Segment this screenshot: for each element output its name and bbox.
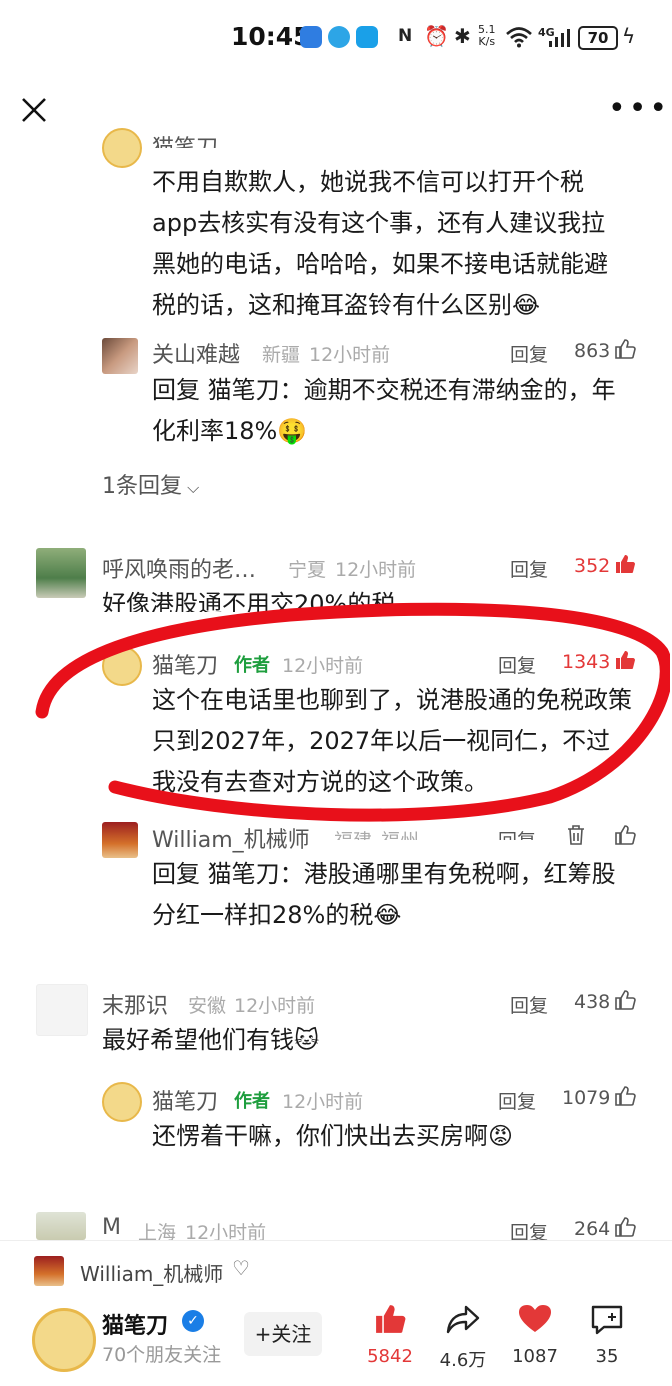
comment-author-name[interactable]: 猫笔刀: [152, 130, 218, 148]
charging-icon: ϟ: [622, 24, 636, 48]
favorite-count[interactable]: 1087: [506, 1346, 564, 1367]
close-icon[interactable]: [20, 96, 48, 124]
heart-filled-icon[interactable]: [518, 1304, 552, 1334]
reply-text: 回复 猫笔刀：港股通哪里有免税啊，红筹股分红一样扣28%的税😂: [152, 860, 616, 929]
reply-text: 还愣着干嘛，你们快出去买房啊😡: [152, 1122, 514, 1150]
avatar[interactable]: [102, 338, 138, 374]
like-count[interactable]: 352: [574, 555, 610, 577]
share-count[interactable]: 4.6万: [434, 1346, 492, 1372]
reply-text: 回复 猫笔刀：逾期不交税还有滞纳金的，年化利率18%🤑: [152, 376, 616, 445]
thumbs-up-filled-icon[interactable]: [614, 553, 636, 575]
follow-button[interactable]: +关注: [244, 1312, 322, 1356]
liker-name[interactable]: William_机械师: [80, 1258, 223, 1287]
reply-author-name[interactable]: 关山难越: [152, 337, 240, 369]
share-icon[interactable]: [446, 1304, 480, 1334]
reply-time: 福州: [381, 826, 419, 840]
reply-author-name[interactable]: William_机械师: [152, 822, 310, 854]
reply-button[interactable]: 回复: [510, 555, 548, 582]
comment-count[interactable]: 35: [584, 1346, 630, 1367]
app-notification-icon: [300, 26, 322, 48]
thumbs-up-icon[interactable]: [614, 1085, 636, 1107]
author-followers: 70个朋友关注: [102, 1344, 222, 1366]
heart-outline-icon: ♡: [232, 1256, 250, 1280]
reply-time: 12小时前: [282, 1091, 364, 1113]
author-name[interactable]: 猫笔刀: [102, 1308, 168, 1340]
thumbs-up-filled-icon[interactable]: [372, 1302, 408, 1336]
status-bar: 10:45 N ⏰ ✱ 5.1 K/s 4G 70 ϟ: [0, 0, 672, 80]
comment-location: 安徽: [188, 995, 227, 1017]
more-options-icon[interactable]: •••: [608, 94, 670, 124]
avatar[interactable]: [36, 548, 86, 598]
comment-location: 宁夏: [288, 559, 327, 581]
comment-author-name[interactable]: 末那识: [102, 988, 168, 1020]
comment-time: 12小时前: [234, 995, 316, 1017]
thumbs-up-icon[interactable]: [614, 338, 636, 360]
comment-author-name[interactable]: 呼风唤雨的老…: [102, 552, 256, 584]
like-count[interactable]: 264: [574, 1218, 610, 1240]
comment-author-name[interactable]: M: [102, 1215, 121, 1240]
reply-button[interactable]: 回复: [510, 991, 548, 1018]
divider: [0, 1240, 672, 1241]
reply-time: 12小时前: [309, 344, 391, 366]
thumbs-up-icon[interactable]: [614, 1216, 636, 1238]
comment-text: 不用自欺欺人，她说我不信可以打开个税app去核实有没有这个事，还有人建议我拉黑她…: [152, 168, 608, 319]
signal-icon: [549, 29, 570, 47]
reply-button[interactable]: 回复: [510, 340, 548, 367]
avatar[interactable]: [102, 128, 142, 168]
net-speed: 5.1 K/s: [478, 23, 496, 48]
avatar[interactable]: [102, 822, 138, 858]
search-app-icon: [356, 26, 378, 48]
avatar[interactable]: [36, 1212, 86, 1240]
bluetooth-icon: ✱: [454, 24, 471, 48]
thumbs-up-icon[interactable]: [614, 989, 636, 1011]
like-count[interactable]: 863: [574, 340, 610, 362]
like-count[interactable]: 5842: [362, 1346, 418, 1367]
reply-button[interactable]: 回复: [498, 1087, 536, 1114]
verified-icon: ✓: [182, 1310, 204, 1332]
like-count[interactable]: 1079: [562, 1087, 610, 1109]
author-tag: 作者: [234, 1091, 270, 1112]
expand-replies-button[interactable]: 1条回复 ⌵: [102, 468, 199, 500]
highlight-circle: [35, 602, 670, 822]
reply-location: 新疆: [262, 344, 301, 366]
avatar[interactable]: [36, 984, 88, 1036]
nfc-icon: N: [398, 26, 413, 46]
avatar[interactable]: [102, 1082, 142, 1122]
avatar[interactable]: [34, 1256, 64, 1286]
reply-button[interactable]: 回复: [498, 826, 536, 840]
app-notification-icon: [328, 26, 350, 48]
author-avatar[interactable]: [32, 1308, 96, 1372]
comment-time: 12小时前: [335, 559, 417, 581]
comment-text: 最好希望他们有钱🐱: [102, 1026, 320, 1054]
delete-icon[interactable]: [566, 824, 586, 846]
chevron-down-icon: ⌵: [182, 478, 200, 497]
like-count[interactable]: 438: [574, 991, 610, 1013]
reply-location: 福建: [334, 826, 372, 840]
thumbs-up-icon[interactable]: [614, 824, 636, 846]
status-time: 10:45: [231, 22, 311, 51]
battery-indicator: 70: [578, 26, 618, 50]
wifi-icon: [506, 27, 532, 48]
comment-icon[interactable]: [590, 1304, 624, 1336]
reply-author-name[interactable]: 猫笔刀: [152, 1084, 218, 1116]
alarm-icon: ⏰: [424, 24, 449, 48]
